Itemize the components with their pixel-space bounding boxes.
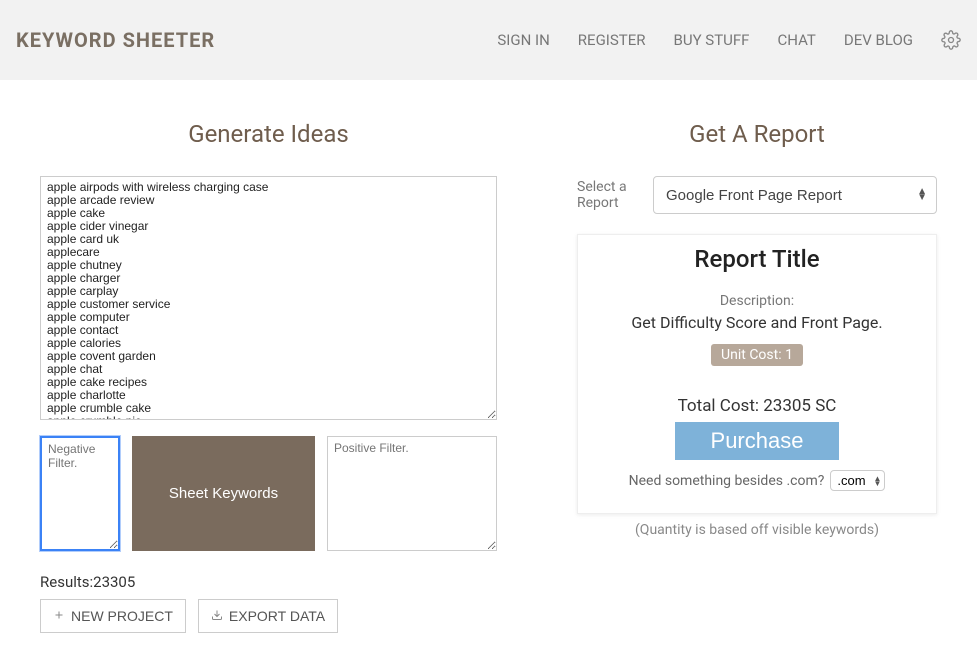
get-report-column: Get A Report Select a Report Google Fron… — [577, 120, 937, 633]
get-report-heading: Get A Report — [577, 120, 937, 148]
unit-cost-badge: Unit Cost: 1 — [711, 344, 803, 366]
nav-dev-blog[interactable]: DEV BLOG — [844, 31, 913, 49]
purchase-button[interactable]: Purchase — [675, 422, 840, 460]
positive-filter-input[interactable] — [327, 436, 497, 551]
report-card: Report Title Description: Get Difficulty… — [577, 234, 937, 514]
tld-question-text: Need something besides .com? — [629, 473, 825, 489]
settings-gear-icon[interactable] — [941, 30, 961, 50]
brand-logo: KEYWORD SHEETER — [16, 28, 215, 52]
new-project-button[interactable]: NEW PROJECT — [40, 599, 186, 633]
negative-filter-input[interactable] — [40, 436, 120, 551]
generate-ideas-heading: Generate Ideas — [40, 120, 497, 148]
results-label: Results: — [40, 573, 93, 591]
results-count: 23305 — [93, 573, 135, 591]
nav-chat[interactable]: CHAT — [777, 31, 815, 49]
report-type-select[interactable]: Google Front Page Report — [653, 176, 937, 214]
results-count-line: Results:23305 — [40, 573, 497, 591]
generate-ideas-column: Generate Ideas Sheet Keywords Results:23… — [40, 120, 497, 633]
select-report-label: Select a Report — [577, 179, 637, 211]
total-cost-text: Total Cost: 23305 SC — [598, 396, 916, 416]
export-data-label: EXPORT DATA — [229, 608, 325, 624]
top-nav: SIGN IN REGISTER BUY STUFF CHAT DEV BLOG — [497, 30, 961, 50]
plus-icon — [53, 608, 65, 624]
new-project-label: NEW PROJECT — [71, 608, 173, 624]
quantity-note: (Quantity is based off visible keywords) — [577, 522, 937, 538]
tld-select[interactable]: .com — [830, 470, 885, 491]
report-title: Report Title — [598, 245, 916, 273]
nav-register[interactable]: REGISTER — [578, 31, 646, 49]
keywords-textarea[interactable] — [40, 176, 497, 420]
description-text: Get Difficulty Score and Front Page. — [598, 313, 916, 332]
nav-buy-stuff[interactable]: BUY STUFF — [674, 31, 750, 49]
app-header: KEYWORD SHEETER SIGN IN REGISTER BUY STU… — [0, 0, 977, 80]
export-data-button[interactable]: EXPORT DATA — [198, 599, 338, 633]
download-icon — [211, 608, 223, 624]
sheet-keywords-button[interactable]: Sheet Keywords — [132, 436, 315, 551]
description-label: Description: — [598, 293, 916, 309]
nav-sign-in[interactable]: SIGN IN — [497, 31, 549, 49]
